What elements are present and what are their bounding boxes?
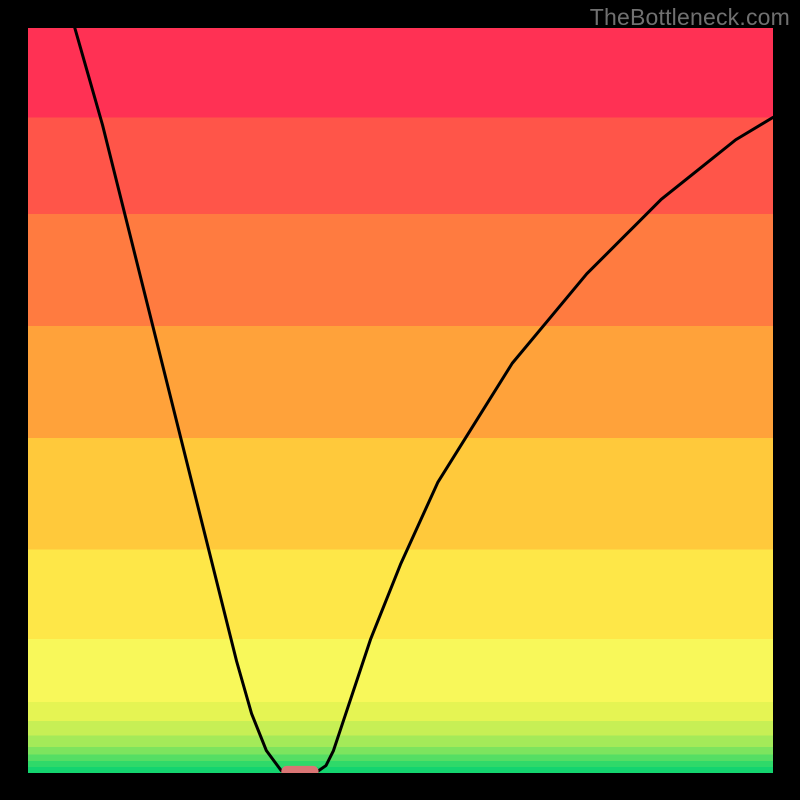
plot-area [28,28,773,773]
gradient-background [28,28,773,773]
watermark-text: TheBottleneck.com [590,4,790,31]
optimal-marker [281,766,318,773]
chart-frame: TheBottleneck.com [0,0,800,800]
plot-svg [28,28,773,773]
